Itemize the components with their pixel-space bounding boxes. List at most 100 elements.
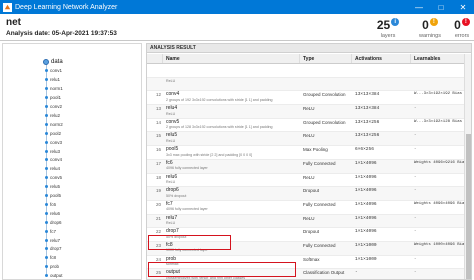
graph-node-data[interactable]: data [43, 58, 63, 66]
layer-activations: 1×1×4096 [355, 160, 377, 166]
graph-node-drop6[interactable]: drop6 [45, 218, 62, 226]
layer-activations: 1×1×4096 [355, 229, 377, 235]
row-name-cell: relu5 ReLU [163, 132, 300, 143]
table-row[interactable]: 21 relu7 ReLU ReLU 1×1×4096 - [147, 214, 465, 229]
close-button[interactable]: ✕ [452, 0, 474, 14]
row-index: 17 [155, 160, 161, 166]
table-row[interactable]: 12 conv4 2 groups of 192 3x3x192 convoluti… [147, 91, 465, 106]
layer-description: ReLU [166, 111, 176, 116]
row-index: 16 [155, 147, 161, 153]
header-type[interactable]: Type [300, 54, 352, 63]
scrollbar-thumb[interactable] [466, 134, 471, 279]
header-index[interactable] [147, 54, 163, 63]
vertical-scrollbar[interactable] [464, 54, 471, 279]
node-dot [45, 140, 48, 144]
node-dot [45, 185, 48, 189]
graph-node-relu6[interactable]: relu6 [45, 209, 60, 217]
table-row[interactable]: 13 relu4 ReLU ReLU 13×13×384 - [147, 105, 465, 119]
node-dot [45, 69, 48, 73]
layer-activations: - [355, 270, 358, 276]
node-label: relu2 [50, 112, 61, 118]
row-name-cell: pool5 3x3 max pooling with stride [2 2] a… [163, 146, 300, 157]
layer-learnables: - [414, 174, 417, 179]
minimize-button[interactable]: — [408, 0, 430, 14]
layer-activations: 13×13×384 [355, 92, 380, 98]
window-title: Deep Learning Network Analyzer [15, 3, 118, 11]
graph-node-prob[interactable]: prob [45, 263, 59, 271]
graph-node-relu4[interactable]: relu4 [45, 165, 60, 173]
node-label: relu6 [50, 210, 61, 216]
row-name-cell: conv5 2 groups of 128 3x3x192 convolution… [163, 119, 300, 130]
table-row[interactable]: 15 relu5 ReLU ReLU 13×13×256 - [147, 132, 465, 147]
layer-type [300, 78, 352, 79]
layer-activations: 13×13×256 [355, 133, 380, 139]
table-row[interactable]: 20 fc7 4096 fully connected layer Fully Con… [147, 201, 465, 215]
graph-node-pool1[interactable]: pool1 [45, 94, 61, 102]
error-icon: ! [461, 18, 470, 26]
layer-type: Grouped Convolution [303, 119, 346, 125]
row-name-cell: conv4 2 groups of 192 3x3x192 convolution… [163, 91, 300, 102]
layer-learnables: Weights 4096×4096 Bias 4096×1 [414, 201, 465, 206]
table-row[interactable]: 19 drop6 50% dropout Dropout 1×1×4096 - [147, 187, 465, 201]
graph-node-norm2[interactable]: norm2 [45, 120, 63, 128]
graph-node-fc7[interactable]: fc7 [45, 227, 56, 235]
graph-node-conv4[interactable]: conv4 [45, 156, 62, 164]
table-row[interactable]: 16 pool5 3x3 max pooling with stride [2 2]… [147, 146, 465, 160]
graph-node-relu5[interactable]: relu5 [45, 183, 60, 191]
layer-type: Fully Connected [303, 201, 336, 207]
node-label: norm1 [50, 86, 63, 92]
node-label: data [51, 59, 63, 65]
graph-node-pool5[interactable]: pool5 [45, 192, 61, 200]
row-name-cell: drop6 50% dropout [163, 187, 300, 198]
graph-node-output[interactable]: output [45, 272, 63, 279]
graph-node-relu2[interactable]: relu2 [45, 111, 60, 119]
node-dot [45, 202, 48, 206]
header-divider [0, 40, 474, 41]
info-icon: i [391, 18, 400, 26]
node-label: pool5 [50, 193, 62, 198]
graph-node-relu1[interactable]: relu1 [45, 76, 60, 84]
header-activations[interactable]: Activations [352, 54, 411, 63]
layer-type: ReLU [303, 215, 315, 221]
layer-learnables [411, 64, 465, 65]
layer-description: ReLU [166, 221, 176, 226]
network-graph-pane[interactable]: data conv1 relu1 norm1 pool1 conv2 relu2 norm2 p… [2, 43, 142, 280]
table-header: Name Type Activations Learnables [147, 54, 465, 64]
graph-node-pool2[interactable]: pool2 [45, 129, 61, 137]
table-row[interactable] [147, 64, 465, 78]
layers-count: 25 [376, 18, 391, 32]
table-row[interactable]: 17 fc6 4096 fully connected layer Fully Con… [147, 159, 465, 174]
graph-node-drop7[interactable]: drop7 [45, 245, 62, 253]
node-dot [45, 96, 48, 100]
table-row[interactable]: 14 conv5 2 groups of 128 3x3x192 convoluti… [147, 119, 465, 133]
fc8-highlight [148, 235, 231, 250]
node-dot [45, 122, 48, 126]
header-name[interactable]: Name [163, 54, 300, 63]
layer-type [300, 64, 352, 65]
graph-node-conv3[interactable]: conv3 [45, 138, 62, 146]
node-label: conv5 [50, 175, 63, 181]
header-learnables[interactable]: Learnables [411, 54, 465, 63]
layer-description: 2 groups of 128 3x3x192 convolutions wit… [166, 125, 273, 130]
node-dot [45, 265, 48, 269]
node-label: relu7 [50, 237, 61, 243]
graph-node-relu7[interactable]: relu7 [45, 236, 60, 244]
table-row[interactable]: 18 relu6 ReLU ReLU 1×1×4096 - [147, 174, 465, 188]
graph-node-conv2[interactable]: conv2 [45, 103, 62, 111]
graph-node-fc6[interactable]: fc6 [45, 200, 56, 208]
graph-node-conv5[interactable]: conv5 [45, 174, 62, 182]
layer-learnables: - [414, 256, 417, 261]
graph-node-conv1[interactable]: conv1 [45, 67, 62, 75]
row-name-cell: relu6 ReLU [163, 174, 300, 185]
node-dot [45, 131, 48, 135]
graph-node-norm1[interactable]: norm1 [45, 85, 63, 93]
row-index: 19 [155, 188, 161, 194]
layer-activations: 1×1×4096 [355, 188, 377, 194]
layer-type: Grouped Convolution [303, 92, 346, 98]
graph-node-fc8[interactable]: fc8 [45, 254, 56, 262]
graph-node-relu3[interactable]: relu3 [45, 147, 60, 155]
maximize-button[interactable]: □ [430, 0, 452, 14]
table-row[interactable]: ReLU [147, 77, 465, 92]
analysis-date: Analysis date: 05-Apr-2021 19:37:53 [6, 30, 117, 37]
node-dot [45, 105, 48, 108]
